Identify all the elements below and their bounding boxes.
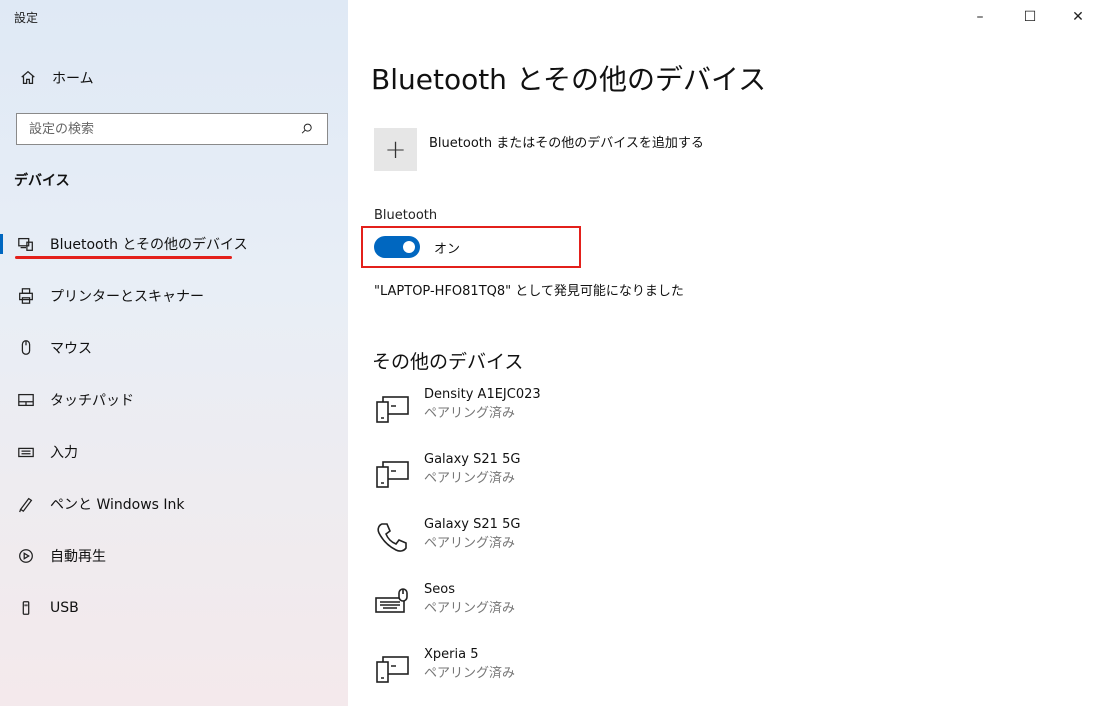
search-input[interactable] (27, 120, 297, 138)
sidebar-item-label: USB (50, 600, 79, 616)
discoverable-text: "LAPTOP-HFO81TQ8" として発見可能になりました (374, 284, 684, 299)
list-item[interactable]: Galaxy S21 5G ペアリング済み (374, 515, 774, 580)
device-name: Seos (424, 582, 455, 597)
device-status: ペアリング済み (424, 666, 516, 681)
sidebar-item-label: 自動再生 (50, 549, 106, 565)
device-icon (374, 389, 412, 427)
mouse-icon (16, 338, 36, 358)
other-devices-heading: その他のデバイス (372, 351, 524, 373)
bluetooth-label: Bluetooth (374, 208, 438, 223)
sidebar-nav: Bluetooth とその他のデバイス プリンターとスキャナー マウス タッチパ… (0, 218, 348, 634)
list-item[interactable]: Seos ペアリング済み (374, 580, 774, 645)
device-icon (374, 649, 412, 687)
usb-icon (16, 598, 36, 618)
bluetooth-toggle-row: オン (374, 236, 460, 258)
sidebar-item-label: ペンと Windows Ink (50, 497, 185, 513)
sidebar-item-mouse[interactable]: マウス (0, 322, 348, 374)
sidebar-item-label: 入力 (50, 445, 78, 461)
plus-icon[interactable]: + (374, 128, 417, 171)
keyboard-mouse-icon (374, 584, 412, 622)
device-status: ペアリング済み (424, 601, 516, 616)
sidebar-item-usb[interactable]: USB (0, 582, 348, 634)
bluetooth-toggle[interactable] (374, 236, 420, 258)
touchpad-icon (16, 390, 36, 410)
pen-icon (16, 494, 36, 514)
list-item[interactable]: Galaxy S21 5G ペアリング済み (374, 450, 774, 515)
section-heading: デバイス (14, 173, 70, 189)
close-button[interactable]: ✕ (1055, 6, 1100, 28)
app-title: 設定 (14, 11, 39, 25)
add-device-label: Bluetooth またはその他のデバイスを追加する (429, 136, 704, 151)
device-status: ペアリング済み (424, 406, 516, 421)
device-list: Density A1EJC023 ペアリング済み Galaxy S21 5G ペ… (374, 385, 774, 710)
minimize-button[interactable]: – (957, 6, 1003, 28)
autoplay-icon (16, 546, 36, 566)
list-item[interactable]: Xperia 5 ペアリング済み (374, 645, 774, 710)
add-device-button[interactable]: + Bluetooth またはその他のデバイスを追加する (374, 128, 704, 171)
sidebar-item-label: タッチパッド (50, 393, 134, 409)
sidebar-item-home[interactable]: ホーム (18, 66, 94, 90)
device-name: Xperia 5 (424, 647, 479, 662)
sidebar-item-label: マウス (50, 341, 92, 357)
list-item[interactable]: Density A1EJC023 ペアリング済み (374, 385, 774, 450)
sidebar-item-bluetooth[interactable]: Bluetooth とその他のデバイス (0, 218, 348, 270)
device-name: Galaxy S21 5G (424, 452, 521, 467)
sidebar-item-touchpad[interactable]: タッチパッド (0, 374, 348, 426)
device-status: ペアリング済み (424, 536, 516, 551)
sidebar-item-pen[interactable]: ペンと Windows Ink (0, 478, 348, 530)
sidebar-item-label: プリンターとスキャナー (50, 289, 204, 305)
search-box[interactable] (16, 113, 328, 145)
device-icon (374, 454, 412, 492)
highlight-underline (15, 256, 232, 259)
device-name: Galaxy S21 5G (424, 517, 521, 532)
home-icon (18, 68, 38, 88)
sidebar-item-printers[interactable]: プリンターとスキャナー (0, 270, 348, 322)
printer-icon (16, 286, 36, 306)
keyboard-icon (16, 442, 36, 462)
toggle-state-label: オン (434, 241, 461, 257)
phone-icon (374, 519, 412, 557)
sidebar: 設定 ホーム デバイス Bluetooth とその他のデバイス プリンターとスキ… (0, 0, 348, 706)
search-icon[interactable] (297, 119, 317, 139)
device-status: ペアリング済み (424, 471, 516, 486)
sidebar-item-input[interactable]: 入力 (0, 426, 348, 478)
sidebar-item-autoplay[interactable]: 自動再生 (0, 530, 348, 582)
devices-icon (16, 234, 36, 254)
maximize-button[interactable]: ☐ (1007, 6, 1053, 28)
sidebar-item-label: Bluetooth とその他のデバイス (50, 237, 248, 253)
device-name: Density A1EJC023 (424, 387, 541, 402)
sidebar-item-label: ホーム (52, 71, 94, 87)
page-title: Bluetooth とその他のデバイス (371, 63, 767, 96)
